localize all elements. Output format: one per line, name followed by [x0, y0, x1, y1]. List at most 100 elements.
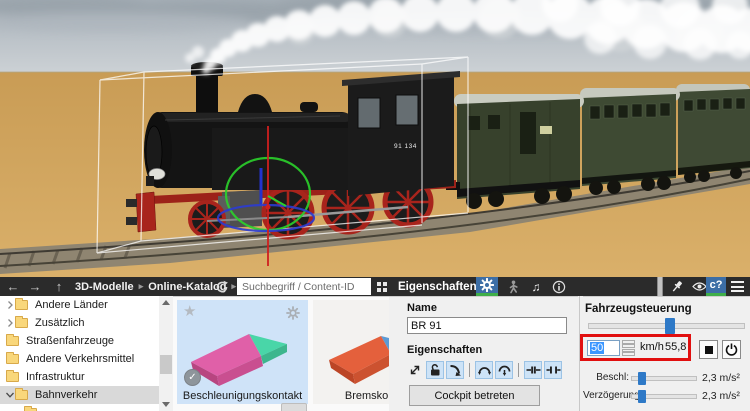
flip-model-button[interactable]	[406, 361, 424, 379]
spin-up-button[interactable]	[622, 340, 635, 348]
accel-label: Beschl:	[596, 372, 629, 383]
tree-item-label: Andere Verkehrsmittel	[26, 353, 135, 365]
pin-button[interactable]	[668, 277, 686, 296]
target-speed-input[interactable]: 50	[587, 340, 620, 356]
vehicle-control-title: Fahrzeugsteuerung	[585, 303, 692, 315]
favorite-star-icon[interactable]: ★	[183, 302, 196, 320]
sidebar-item-infrastruktur[interactable]: Infrastruktur	[0, 368, 159, 386]
up-button[interactable]: ↑	[50, 277, 68, 296]
pantograph-rear-button[interactable]	[495, 360, 513, 379]
scroll-up-icon	[162, 300, 170, 305]
figures-tab[interactable]	[503, 277, 523, 296]
folder-icon	[6, 370, 19, 382]
name-label: Name	[407, 302, 437, 314]
context-help-button[interactable]: c?	[706, 277, 726, 296]
sidebar-item-partial[interactable]	[0, 404, 159, 411]
sidebar-item-andere-laender[interactable]: Andere Länder	[0, 296, 159, 314]
speed-slider-handle[interactable]	[665, 318, 675, 334]
sounds-tab[interactable]: ♫	[526, 277, 546, 296]
breadcrumb-separator: ▸	[231, 281, 236, 291]
folder-icon	[15, 388, 28, 400]
app-window: 91 134 ← → ↑ 3D-Modelle ▸ Online-Katalog…	[0, 0, 750, 411]
music-note-icon: ♫	[531, 279, 541, 294]
cockpit-betreten-button[interactable]: Cockpit betreten	[409, 385, 540, 406]
catalog-tile-beschleunigungskontakt[interactable]: ★ ✓ Beschleunigungskontakt	[177, 300, 308, 404]
tile-gear-icon[interactable]	[286, 306, 300, 320]
breadcrumb-item[interactable]: 3D-Modelle	[75, 281, 134, 293]
decel-slider-handle[interactable]	[638, 390, 646, 403]
diagonal-arrows-icon	[410, 365, 420, 374]
viewport-3d[interactable]: 91 134	[0, 0, 750, 277]
couple-button[interactable]	[524, 360, 542, 379]
sidebar-item-bahnverkehr[interactable]: Bahnverkehr	[0, 386, 159, 404]
gear-icon	[480, 278, 494, 292]
sidebar-item-andere-verkehrsmittel[interactable]: Andere Verkehrsmittel	[0, 350, 159, 368]
decel-label: Verzögerung:	[583, 390, 643, 401]
menu-button[interactable]	[728, 277, 746, 296]
sidebar-item-zusaetzlich[interactable]: Zusätzlich	[0, 314, 159, 332]
chevron-right-icon[interactable]	[5, 300, 15, 310]
chevron-down-icon[interactable]	[5, 390, 15, 400]
back-icon: ←	[6, 279, 20, 294]
coupler-closed-icon	[526, 366, 540, 373]
folder-tree: Andere Länder Zusätzlich Straßenfahrzeug…	[0, 296, 159, 411]
tree-item-label: Infrastruktur	[26, 371, 85, 383]
chevron-right-icon[interactable]	[5, 318, 15, 328]
catalog-scroll-stub[interactable]	[281, 403, 307, 411]
pantograph-front-button[interactable]	[475, 360, 493, 379]
vehicle-control-panel: Fahrzeugsteuerung 50 km/h 55,8 Beschl: 2…	[580, 296, 750, 411]
toolbar-separator	[657, 277, 663, 296]
info-icon	[552, 280, 566, 293]
speed-input-highlight-box: 50 km/h 55,8	[580, 334, 691, 361]
tree-item-label: Straßenfahrzeuge	[26, 335, 115, 347]
eye-icon	[691, 282, 707, 291]
open-lock-icon	[431, 363, 440, 375]
spin-down-icon	[623, 351, 634, 354]
tree-scrollbar[interactable]	[159, 296, 173, 411]
forward-button[interactable]: →	[26, 277, 44, 296]
person-icon	[509, 280, 518, 293]
spin-down-button[interactable]	[622, 348, 635, 356]
bottom-toolbar: ← → ↑ 3D-Modelle ▸ Online-Katalog ▸ E Ei…	[0, 277, 750, 296]
breadcrumb-separator: ▸	[138, 281, 144, 291]
coupler-open-icon	[546, 366, 560, 373]
button-separator	[518, 362, 519, 377]
tile-label: Beschleunigungskontakt	[182, 390, 303, 402]
tree-item-label: Zusätzlich	[35, 317, 85, 329]
search-input[interactable]	[237, 278, 371, 295]
properties-gear-tab[interactable]	[476, 277, 498, 296]
sidebar-item-strassenfahrzeuge[interactable]: Straßenfahrzeuge	[0, 332, 159, 350]
model-catalog: ★ ✓ Beschleunigungskontakt Bremsko	[173, 296, 389, 411]
refresh-button[interactable]	[212, 277, 232, 296]
uncouple-button[interactable]	[544, 360, 562, 379]
catalog-tile-bremskontakt[interactable]: Bremskontakt	[313, 300, 389, 404]
back-button[interactable]: ←	[4, 277, 22, 296]
refresh-icon	[216, 280, 228, 292]
scroll-up-button[interactable]	[159, 296, 173, 309]
hook-coupling-button[interactable]	[446, 360, 464, 379]
stop-icon	[704, 345, 713, 354]
decel-value: 2,3 m/s²	[702, 390, 740, 402]
curved-arrow-icon	[450, 364, 461, 376]
pin-icon	[672, 280, 682, 292]
grid-view-icon	[377, 281, 387, 292]
info-tab[interactable]	[549, 277, 569, 296]
folder-icon	[15, 316, 28, 328]
target-speed-value: 50	[590, 342, 605, 354]
view-grid-button[interactable]	[374, 277, 390, 296]
properties-panel: Name Eigenschaften	[389, 296, 578, 411]
accel-slider-handle[interactable]	[638, 372, 646, 385]
name-input[interactable]	[407, 317, 567, 334]
spin-up-icon	[623, 342, 634, 345]
unlock-button[interactable]	[426, 360, 444, 379]
folder-icon	[15, 298, 28, 310]
button-separator	[469, 362, 470, 377]
stop-button[interactable]	[699, 340, 718, 359]
power-button[interactable]	[722, 340, 741, 359]
speed-spinner-buttons	[622, 340, 635, 356]
scrollbar-thumb[interactable]	[160, 355, 172, 374]
scroll-down-button[interactable]	[159, 398, 173, 411]
properties-section-label: Eigenschaften	[407, 344, 483, 356]
arc-arrows-icon	[477, 366, 491, 375]
power-icon	[725, 343, 738, 356]
